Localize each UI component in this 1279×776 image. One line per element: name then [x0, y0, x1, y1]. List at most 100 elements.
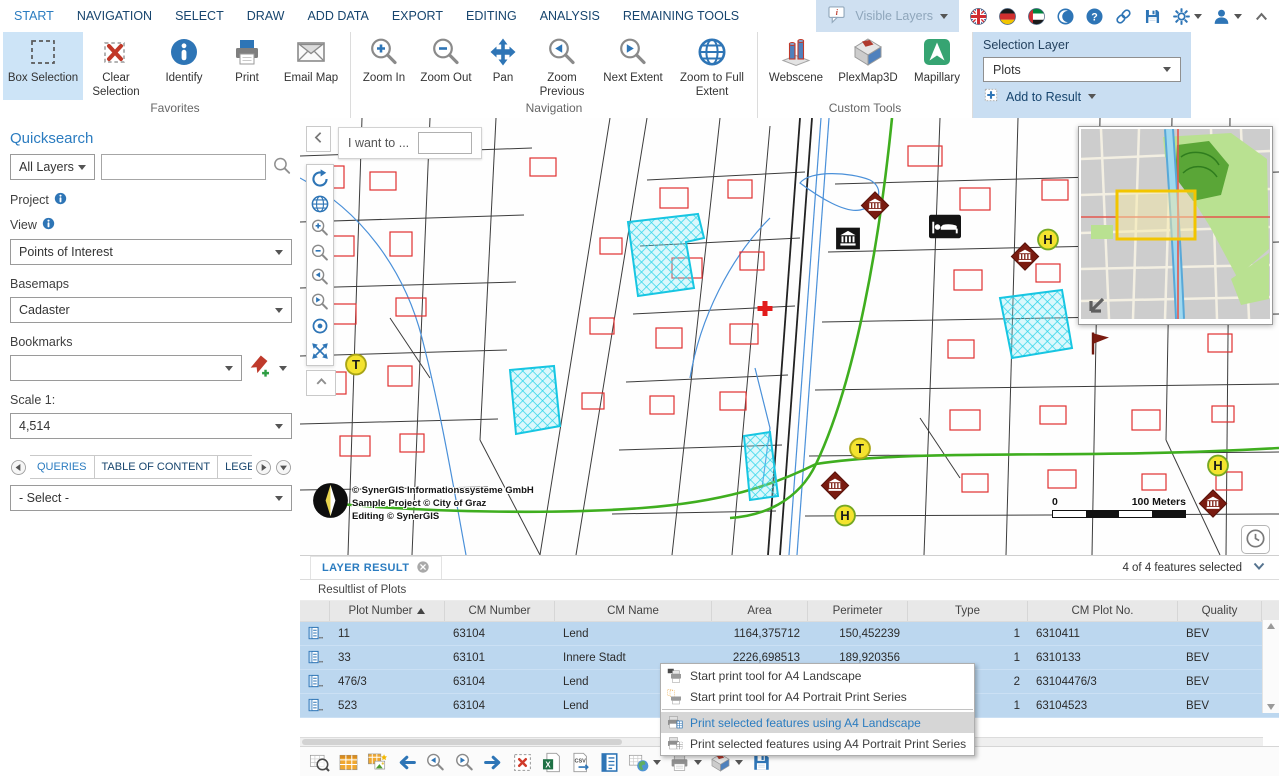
- center-map-button[interactable]: [307, 314, 333, 339]
- pharmacy-marker[interactable]: [756, 300, 774, 321]
- pan-button[interactable]: Pan: [478, 32, 528, 100]
- link-button[interactable]: [1114, 7, 1133, 26]
- tabs-scroll-left-button[interactable]: [10, 459, 27, 476]
- collapse-sidebar-button[interactable]: [306, 126, 331, 152]
- i-want-to-box[interactable]: I want to ...: [338, 127, 482, 159]
- quicksearch-input[interactable]: [101, 154, 266, 180]
- menu-tab-navigation[interactable]: NAVIGATION: [75, 7, 154, 25]
- bookmarks-select[interactable]: [10, 355, 242, 381]
- overview-map[interactable]: [1078, 126, 1273, 325]
- menu-item-2[interactable]: Print selected features using A4 Landsca…: [661, 712, 974, 733]
- zoom-previous-result-button[interactable]: [425, 752, 446, 773]
- hotel-marker[interactable]: [929, 215, 961, 242]
- night-mode-button[interactable]: [1056, 7, 1075, 26]
- table-image-button[interactable]: [367, 752, 388, 773]
- menu-tab-editing[interactable]: EDITING: [464, 7, 519, 25]
- previous-record-button[interactable]: [396, 752, 417, 773]
- sidebar-tab-queries[interactable]: QUERIES: [30, 455, 95, 479]
- mapillary-button[interactable]: Mapillary: [905, 32, 969, 100]
- query-select[interactable]: - Select -: [10, 485, 292, 511]
- search-icon[interactable]: [272, 156, 292, 179]
- email-map-button[interactable]: Email Map: [275, 32, 347, 100]
- menu-tab-draw[interactable]: DRAW: [245, 7, 287, 25]
- identify-button[interactable]: Identify: [149, 32, 219, 100]
- export-excel-button[interactable]: X: [541, 752, 562, 773]
- zoom-next-result-button[interactable]: [454, 752, 475, 773]
- row-detail-button[interactable]: [300, 622, 330, 645]
- tram-stop-marker[interactable]: T: [345, 353, 368, 379]
- museum-marker[interactable]: [859, 190, 891, 225]
- row-detail-button[interactable]: [300, 694, 330, 717]
- i-want-to-input[interactable]: [418, 132, 472, 154]
- column-header-cm-plot-no-[interactable]: CM Plot No.: [1028, 601, 1178, 621]
- flag-uae-button[interactable]: [1027, 7, 1046, 26]
- clear-result-button[interactable]: [512, 752, 533, 773]
- export-csv-button[interactable]: CSV: [570, 752, 591, 773]
- menu-tab-select[interactable]: SELECT: [173, 7, 226, 25]
- webscene-button[interactable]: Webscene: [761, 32, 831, 100]
- scale-select[interactable]: 4,514: [10, 413, 292, 439]
- clear-selection-button[interactable]: Clear Selection: [83, 32, 149, 100]
- result-table-scrollbar[interactable]: [1262, 620, 1279, 713]
- send-to-map-button[interactable]: [628, 752, 661, 773]
- tram-stop-marker[interactable]: T: [849, 437, 872, 463]
- next-record-button[interactable]: [483, 752, 504, 773]
- result-row[interactable]: 1163104Lend1164,375712150,45223916310411…: [300, 622, 1279, 646]
- menu-tab-analysis[interactable]: ANALYSIS: [538, 7, 602, 25]
- zoom-full-arrows-button[interactable]: [307, 339, 333, 364]
- zoom-in-button[interactable]: Zoom In: [354, 32, 414, 100]
- add-bookmark-button[interactable]: [249, 355, 272, 381]
- museum-black-marker[interactable]: [835, 227, 861, 254]
- column-header-quality[interactable]: Quality: [1178, 601, 1262, 621]
- museum-marker[interactable]: [819, 470, 851, 505]
- column-header-plot-number[interactable]: Plot Number: [330, 601, 445, 621]
- box-selection-button[interactable]: Box Selection: [3, 32, 83, 100]
- map-viewport[interactable]: TTHHH I want to ... © SynerGIS Informati…: [300, 118, 1279, 555]
- report-button[interactable]: [599, 752, 620, 773]
- bus-stop-marker[interactable]: H: [1207, 454, 1230, 480]
- result-table-button[interactable]: [338, 752, 359, 773]
- zoom-in-button[interactable]: [307, 216, 333, 241]
- collapse-ribbon-button[interactable]: [1252, 7, 1271, 26]
- column-header-type[interactable]: Type: [908, 601, 1028, 621]
- zoom-to-full-extent-button[interactable]: Zoom to Full Extent: [670, 32, 754, 100]
- zoom-previous-button[interactable]: [307, 265, 333, 290]
- column-header-perimeter[interactable]: Perimeter: [808, 601, 908, 621]
- help-button[interactable]: ?: [1085, 7, 1104, 26]
- museum-marker[interactable]: [1197, 488, 1229, 523]
- selection-layer-select[interactable]: Plots: [983, 57, 1181, 82]
- add-to-result-button[interactable]: Add to Result: [983, 87, 1181, 106]
- zoom-out-button[interactable]: Zoom Out: [414, 32, 478, 100]
- sidebar-tab-legend[interactable]: LEGEND: [217, 455, 252, 479]
- row-detail-button[interactable]: [300, 646, 330, 669]
- menu-tab-start[interactable]: START: [12, 7, 56, 25]
- menu-item-0[interactable]: Start print tool for A4 Landscape: [661, 665, 974, 686]
- user-button[interactable]: [1212, 7, 1242, 26]
- column-header-cm-number[interactable]: CM Number: [445, 601, 555, 621]
- bus-stop-marker[interactable]: H: [834, 504, 857, 530]
- zoom-next-button[interactable]: [307, 290, 333, 315]
- menu-item-3[interactable]: Print selected features using A4 Portrai…: [661, 733, 974, 754]
- museum-marker[interactable]: [1009, 241, 1041, 276]
- close-icon[interactable]: [416, 560, 430, 577]
- column-header-area[interactable]: Area: [712, 601, 808, 621]
- print-button[interactable]: Print: [219, 32, 275, 100]
- save-button[interactable]: [1143, 7, 1162, 26]
- info-icon[interactable]: [54, 192, 67, 208]
- menu-item-1[interactable]: Start print tool for A4 Portrait Print S…: [661, 686, 974, 707]
- visible-layers-button[interactable]: i Visible Layers: [816, 0, 959, 32]
- settings-button[interactable]: [1172, 7, 1202, 26]
- next-extent-button[interactable]: Next Extent: [596, 32, 670, 100]
- zoom-out-button[interactable]: [307, 241, 333, 266]
- tabs-scroll-right-button[interactable]: [255, 459, 272, 476]
- basemap-select[interactable]: Cadaster: [10, 297, 292, 323]
- collapse-panel-chevron-icon[interactable]: [1251, 558, 1267, 577]
- chevron-down-icon[interactable]: [279, 366, 287, 371]
- column-header-cm-name[interactable]: CM Name: [555, 601, 712, 621]
- collapse-map-toolbar-button[interactable]: [306, 370, 336, 396]
- view-select[interactable]: Points of Interest: [10, 239, 292, 265]
- zoom-to-selection-button[interactable]: [309, 752, 330, 773]
- flag-uk-button[interactable]: [969, 7, 988, 26]
- overview-map-button[interactable]: [307, 192, 333, 217]
- menu-tab-add-data[interactable]: ADD DATA: [305, 7, 370, 25]
